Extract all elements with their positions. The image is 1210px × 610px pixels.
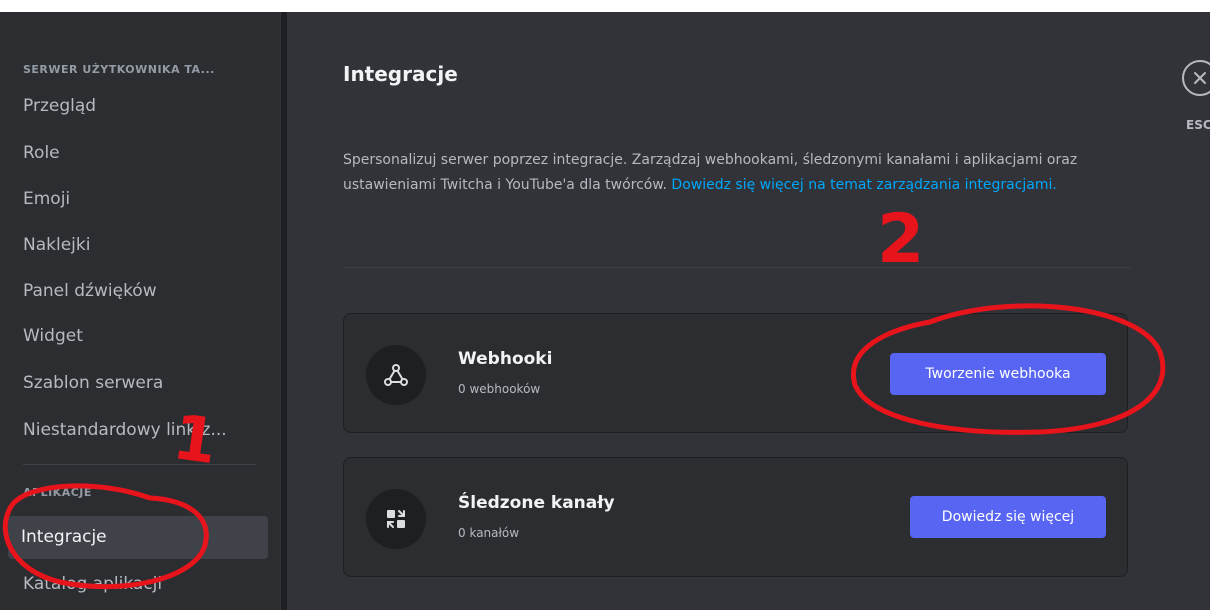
create-webhook-button[interactable]: Tworzenie webhooka <box>890 353 1106 395</box>
webhook-icon <box>366 345 426 405</box>
webhooks-count: 0 webhooków <box>458 382 541 396</box>
sidebar-item-integrations[interactable]: Integracje <box>8 516 268 559</box>
followed-channels-card: Śledzone kanały 0 kanałów Dowiedz się wi… <box>343 457 1128 577</box>
page-title: Integracje <box>343 62 458 86</box>
apps-section-header: APLIKACJE <box>23 486 92 499</box>
sidebar-divider <box>23 464 256 465</box>
settings-window: SERWER UŻYTKOWNIKA TA... Przegląd Role E… <box>0 12 1210 610</box>
webhooks-title: Webhooki <box>458 349 553 369</box>
close-icon[interactable] <box>1182 60 1210 96</box>
sidebar-item-app-directory[interactable]: Katalog aplikacji <box>10 563 258 606</box>
learn-more-link[interactable]: Dowiedz się więcej na temat zarządzania … <box>671 177 1056 193</box>
sidebar-item-stickers[interactable]: Naklejki <box>10 224 258 267</box>
followed-channels-title: Śledzone kanały <box>458 493 615 513</box>
sidebar-item-server-template[interactable]: Szablon serwera <box>10 362 258 405</box>
settings-sidebar: SERWER UŻYTKOWNIKA TA... Przegląd Role E… <box>0 12 280 610</box>
webhooks-card: Webhooki 0 webhooków Tworzenie webhooka <box>343 313 1128 433</box>
server-name-header: SERWER UŻYTKOWNIKA TA... <box>23 63 215 76</box>
sidebar-item-roles[interactable]: Role <box>10 132 258 175</box>
content-divider <box>343 267 1130 268</box>
integrations-description: Spersonalizuj serwer poprzez integracje.… <box>343 148 1133 198</box>
followed-channels-count: 0 kanałów <box>458 526 520 540</box>
followed-channels-icon <box>366 489 426 549</box>
integrations-panel: Integracje Spersonalizuj serwer poprzez … <box>288 12 1210 610</box>
esc-label: ESC <box>1186 118 1210 132</box>
sidebar-item-vanity-url[interactable]: Niestandardowy link z... <box>10 409 258 452</box>
sidebar-scrollbar[interactable] <box>281 12 287 610</box>
sidebar-item-widget[interactable]: Widget <box>10 315 258 358</box>
sidebar-item-soundboard[interactable]: Panel dźwięków <box>10 270 258 313</box>
sidebar-item-overview[interactable]: Przegląd <box>10 85 258 128</box>
learn-more-button[interactable]: Dowiedz się więcej <box>910 496 1106 538</box>
sidebar-item-emoji[interactable]: Emoji <box>10 178 258 221</box>
